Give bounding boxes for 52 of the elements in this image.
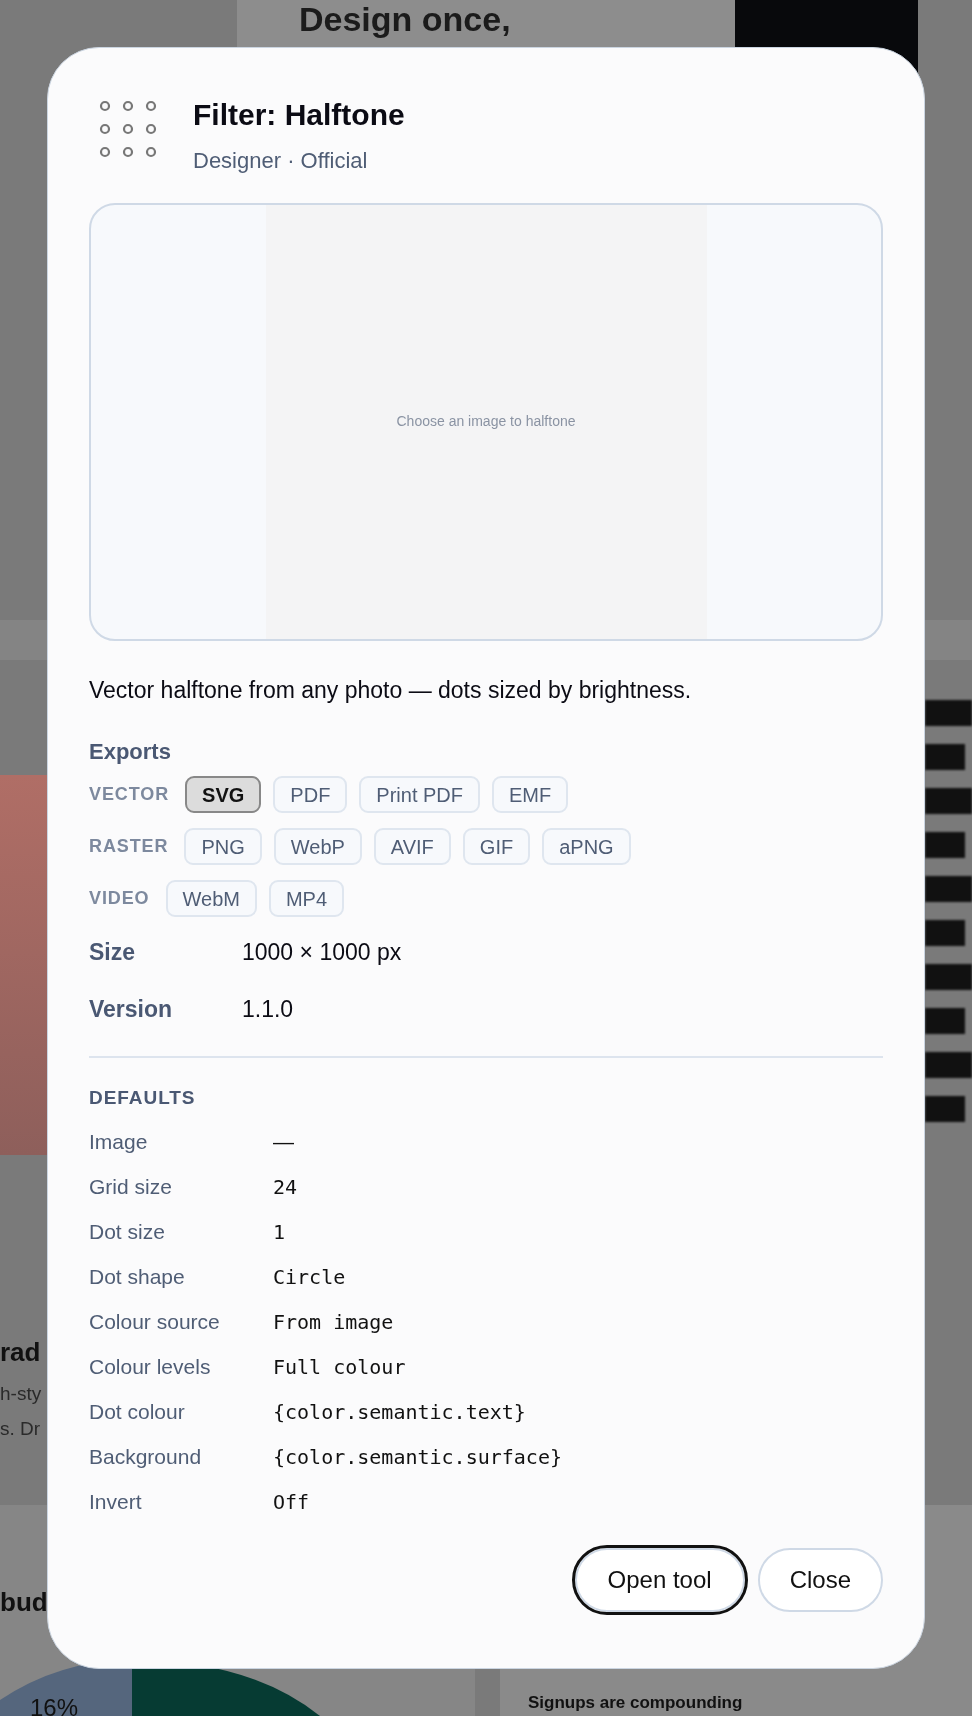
format-chip[interactable]: aPNG [542,828,631,865]
dot-grid-icon [99,100,159,160]
default-value: From image [273,1308,394,1336]
format-chip[interactable]: AVIF [373,828,451,865]
group-label: RASTER [89,835,169,858]
format-chip[interactable]: Print PDF [359,776,481,813]
info-label: Size [89,938,137,967]
default-label: Dot size [89,1218,166,1245]
card-title: rad [0,1336,41,1369]
format-chip[interactable]: EMF [492,776,569,813]
card-text: s. Dr [0,1417,41,1441]
format-chip[interactable]: PNG [184,828,262,865]
format-chip[interactable]: SVG [185,776,262,813]
default-value: {color.semantic.surface} [273,1443,562,1471]
group-label: VECTOR [89,783,170,806]
default-value: Off [273,1488,310,1516]
default-label: Dot shape [89,1263,186,1290]
default-value: Full colour [273,1353,406,1381]
default-label: Image [89,1128,149,1155]
default-value: 24 [273,1173,298,1201]
format-chip[interactable]: MP4 [268,880,345,917]
open-tool-button[interactable]: Open tool [571,1544,748,1615]
default-value: — [273,1128,294,1155]
format-chip[interactable]: GIF [462,828,531,865]
section-heading: DEFAULTS [89,1086,197,1110]
headline: Design once, [299,2,511,36]
default-value: 1 [273,1218,286,1246]
group-label: VIDEO [89,887,150,910]
format-chip[interactable]: PDF [273,776,348,813]
description: Vector halftone from any photo — dots sized by brightness. [89,675,693,705]
info-value: 1.1.0 [242,994,294,1024]
default-label: Background [89,1443,203,1470]
default-value: Circle [273,1263,346,1291]
default-value: {color.semantic.text} [273,1398,526,1426]
default-label: Invert [89,1488,143,1515]
default-label: Colour levels [89,1353,212,1380]
close-button[interactable]: Close [757,1547,883,1612]
default-label: Dot colour [89,1398,186,1425]
dialog-title: Filter: Halftone [193,97,405,133]
chart-label: 16% [30,1693,79,1716]
card-text: h-sty [0,1382,42,1406]
dialog-subtitle: Designer · Official [193,146,369,175]
section-heading: Exports [89,738,172,766]
info-label: Version [89,994,174,1024]
default-label: Grid size [89,1173,173,1200]
info-value: 1000 × 1000 px [242,938,402,967]
card-title: bud [0,1586,48,1619]
placeholder-text: Choose an image to halftone [396,412,576,431]
format-chip[interactable]: WebP [273,828,362,865]
default-label: Colour source [89,1308,221,1335]
card-title: Signups are compounding [528,1692,743,1714]
format-chip[interactable]: WebM [165,880,257,917]
